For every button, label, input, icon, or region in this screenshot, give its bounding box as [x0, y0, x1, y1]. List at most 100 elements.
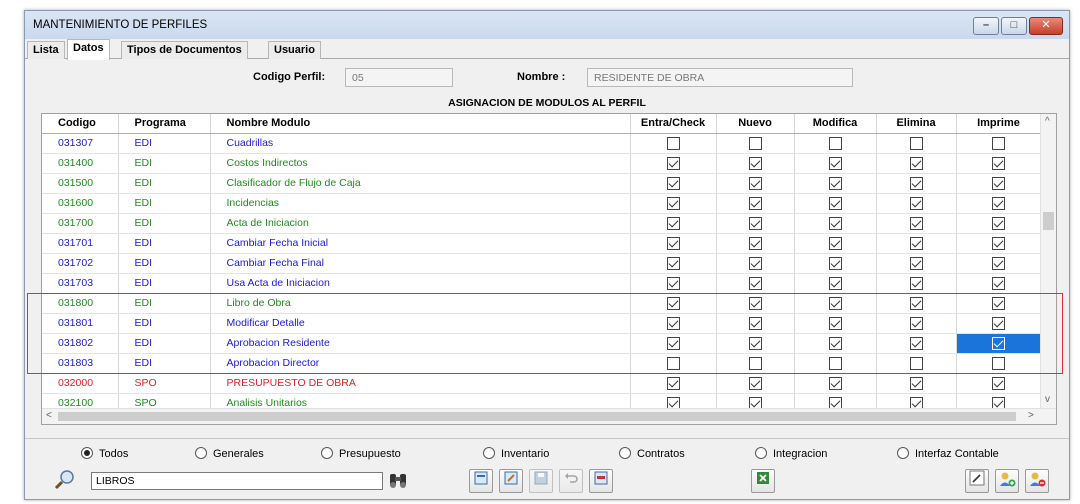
- radio-contratos[interactable]: Contratos: [619, 447, 685, 460]
- checkbox-elimina[interactable]: [909, 196, 923, 210]
- cell-modifica[interactable]: [794, 213, 877, 234]
- cell-nuevo[interactable]: [716, 193, 795, 214]
- pencil-button[interactable]: [965, 469, 989, 493]
- radio-inventario[interactable]: Inventario: [483, 447, 549, 460]
- cell-nuevo[interactable]: [716, 373, 795, 394]
- col-header-nombre-modulo[interactable]: Nombre Modulo: [210, 114, 631, 134]
- checkbox-modifica[interactable]: [828, 136, 842, 150]
- user-remove-button[interactable]: [1025, 469, 1049, 493]
- checkbox-elimina[interactable]: [909, 156, 923, 170]
- checkbox-imprime[interactable]: [992, 136, 1005, 150]
- checkbox-modifica[interactable]: [828, 236, 842, 250]
- cell-imprime[interactable]: [956, 133, 1042, 154]
- undo-button[interactable]: [559, 469, 583, 493]
- horizontal-scrollbar[interactable]: < >: [42, 408, 1056, 424]
- col-header-entra-check[interactable]: Entra/Check: [630, 114, 717, 134]
- cell-nombre-modulo[interactable]: Cuadrillas: [210, 133, 631, 154]
- table-row[interactable]: 031400 EDI Costos Indirectos: [42, 153, 1042, 174]
- cell-nombre-modulo[interactable]: Cambiar Fecha Final: [210, 253, 631, 274]
- checkbox-elimina[interactable]: [909, 236, 923, 250]
- cell-codigo[interactable]: 031700: [42, 213, 119, 234]
- checkbox-imprime[interactable]: [992, 236, 1005, 250]
- cell-nuevo[interactable]: [716, 213, 795, 234]
- checkbox-imprime[interactable]: [992, 276, 1005, 290]
- cell-programa[interactable]: EDI: [118, 133, 211, 154]
- checkbox-nuevo[interactable]: [748, 156, 762, 170]
- col-header-programa[interactable]: Programa: [118, 114, 211, 134]
- user-add-button[interactable]: [995, 469, 1019, 493]
- new-record-button[interactable]: [469, 469, 493, 493]
- cell-elimina[interactable]: [876, 273, 957, 294]
- edit-record-button[interactable]: [499, 469, 523, 493]
- save-button[interactable]: [529, 469, 553, 493]
- cell-programa[interactable]: EDI: [118, 153, 211, 174]
- checkbox-imprime[interactable]: [992, 156, 1005, 170]
- cell-nombre-modulo[interactable]: Cambiar Fecha Inicial: [210, 233, 631, 254]
- table-row[interactable]: 031701 EDI Cambiar Fecha Inicial: [42, 233, 1042, 254]
- scroll-right-arrow[interactable]: >: [1028, 410, 1034, 421]
- tab-lista[interactable]: Lista: [27, 41, 65, 59]
- horizontal-scroll-thumb[interactable]: [58, 412, 1016, 421]
- cell-nuevo[interactable]: [716, 233, 795, 254]
- checkbox-nuevo[interactable]: [748, 176, 762, 190]
- cell-elimina[interactable]: [876, 133, 957, 154]
- cell-modifica[interactable]: [794, 173, 877, 194]
- cell-programa[interactable]: EDI: [118, 253, 211, 274]
- col-header-elimina[interactable]: Elimina: [876, 114, 957, 134]
- radio-generales[interactable]: Generales: [195, 447, 264, 460]
- cell-nuevo[interactable]: [716, 153, 795, 174]
- checkbox-nuevo[interactable]: [748, 256, 762, 270]
- codigo-perfil-field[interactable]: 05: [345, 68, 453, 87]
- cell-elimina[interactable]: [876, 153, 957, 174]
- checkbox-modifica[interactable]: [828, 216, 842, 230]
- cell-entra-check[interactable]: [630, 253, 717, 274]
- cell-elimina[interactable]: [876, 213, 957, 234]
- cell-imprime[interactable]: [956, 253, 1042, 274]
- cell-entra-check[interactable]: [630, 213, 717, 234]
- table-row[interactable]: 031702 EDI Cambiar Fecha Final: [42, 253, 1042, 274]
- checkbox-nuevo[interactable]: [748, 376, 762, 390]
- excel-export-button[interactable]: [751, 469, 775, 493]
- checkbox-imprime[interactable]: [992, 216, 1005, 230]
- scroll-up-arrow[interactable]: ^: [1045, 116, 1050, 127]
- radio-presupuesto[interactable]: Presupuesto: [321, 447, 401, 460]
- cell-codigo[interactable]: 031702: [42, 253, 119, 274]
- checkbox-nuevo[interactable]: [748, 136, 762, 150]
- cell-codigo[interactable]: 031400: [42, 153, 119, 174]
- cell-programa[interactable]: EDI: [118, 193, 211, 214]
- table-row[interactable]: 031600 EDI Incidencias: [42, 193, 1042, 214]
- cell-nombre-modulo[interactable]: Acta de Iniciacion: [210, 213, 631, 234]
- cell-nombre-modulo[interactable]: Clasificador de Flujo de Caja: [210, 173, 631, 194]
- cell-nombre-modulo[interactable]: Incidencias: [210, 193, 631, 214]
- binoculars-icon[interactable]: [387, 470, 409, 493]
- table-row[interactable]: 032000 SPO PRESUPUESTO DE OBRA: [42, 373, 1042, 394]
- cell-elimina[interactable]: [876, 373, 957, 394]
- checkbox-nuevo[interactable]: [748, 236, 762, 250]
- checkbox-entra-check[interactable]: [666, 156, 680, 170]
- magnifier-icon[interactable]: [53, 469, 77, 494]
- checkbox-entra-check[interactable]: [666, 176, 680, 190]
- cell-nombre-modulo[interactable]: PRESUPUESTO DE OBRA: [210, 373, 631, 394]
- checkbox-imprime[interactable]: [992, 256, 1005, 270]
- cell-nuevo[interactable]: [716, 253, 795, 274]
- cell-codigo[interactable]: 031703: [42, 273, 119, 294]
- cell-nuevo[interactable]: [716, 173, 795, 194]
- checkbox-modifica[interactable]: [828, 256, 842, 270]
- cell-elimina[interactable]: [876, 253, 957, 274]
- checkbox-modifica[interactable]: [828, 276, 842, 290]
- cell-nuevo[interactable]: [716, 273, 795, 294]
- cell-programa[interactable]: EDI: [118, 213, 211, 234]
- maximize-button[interactable]: □: [1001, 17, 1027, 35]
- cell-entra-check[interactable]: [630, 173, 717, 194]
- cell-imprime[interactable]: [956, 153, 1042, 174]
- checkbox-elimina[interactable]: [909, 216, 923, 230]
- cell-nombre-modulo[interactable]: Costos Indirectos: [210, 153, 631, 174]
- cell-entra-check[interactable]: [630, 373, 717, 394]
- close-button[interactable]: ✕: [1029, 17, 1063, 35]
- checkbox-entra-check[interactable]: [666, 376, 680, 390]
- cell-entra-check[interactable]: [630, 233, 717, 254]
- col-header-modifica[interactable]: Modifica: [794, 114, 877, 134]
- table-row[interactable]: 031500 EDI Clasificador de Flujo de Caja: [42, 173, 1042, 194]
- table-row[interactable]: 031703 EDI Usa Acta de Iniciacion: [42, 273, 1042, 294]
- col-header-nuevo[interactable]: Nuevo: [716, 114, 795, 134]
